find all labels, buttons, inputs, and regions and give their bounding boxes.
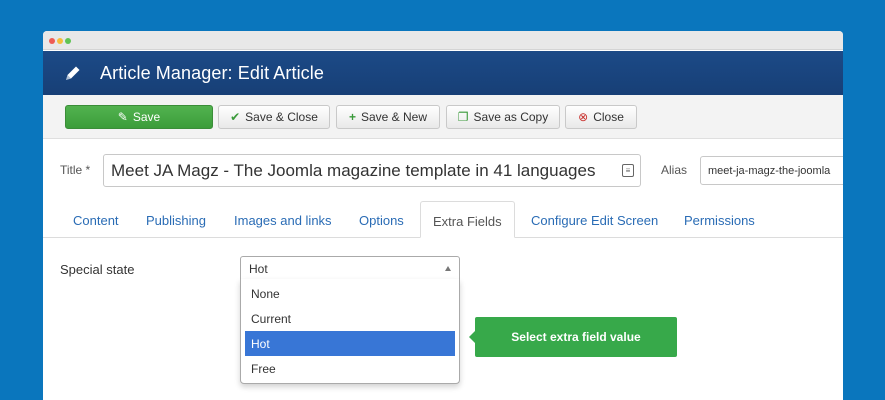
edit-icon: ✎: [117, 110, 128, 124]
title-row: Title * Meet JA Magz - The Joomla magazi…: [43, 153, 843, 187]
close-button[interactable]: ⊗ Close: [565, 105, 637, 129]
window-titlebar: [43, 31, 843, 50]
check-icon: ✔: [230, 110, 241, 124]
tab-extra-fields[interactable]: Extra Fields: [420, 201, 515, 238]
special-state-label: Special state: [60, 262, 135, 277]
option-current[interactable]: Current: [245, 306, 455, 331]
hint-text: Select extra field value: [511, 330, 641, 344]
option-free[interactable]: Free: [245, 356, 455, 381]
title-value: Meet JA Magz - The Joomla magazine templ…: [111, 161, 596, 180]
save-new-button[interactable]: + Save & New: [336, 105, 440, 129]
save-button-label: Save: [132, 110, 161, 124]
special-state-dropdown: None Current Hot Free: [240, 279, 460, 384]
chevron-up-icon: [445, 266, 451, 271]
alias-label: Alias: [661, 163, 688, 177]
hint-callout: Select extra field value: [469, 317, 677, 357]
tab-bar: Content Publishing Images and links Opti…: [43, 201, 843, 238]
title-label: Title *: [60, 163, 91, 177]
browser-window: Article Manager: Edit Article ✎ Save ✔ S…: [43, 31, 843, 400]
save-new-label: Save & New: [360, 110, 428, 124]
tab-content[interactable]: Content: [73, 201, 119, 238]
char-counter-icon: ≡: [622, 164, 634, 177]
page-title: Article Manager: Edit Article: [100, 63, 324, 83]
save-copy-label: Save as Copy: [473, 110, 549, 124]
copy-icon: ❐: [457, 110, 469, 124]
special-state-select[interactable]: Hot: [240, 256, 460, 280]
tab-publishing[interactable]: Publishing: [146, 201, 206, 238]
close-label: Close: [593, 110, 624, 124]
pencil-icon: [66, 66, 80, 80]
save-close-button[interactable]: ✔ Save & Close: [218, 105, 330, 129]
plus-icon: +: [348, 110, 356, 124]
tab-options[interactable]: Options: [359, 201, 404, 238]
alias-input[interactable]: meet-ja-magz-the-joomla: [700, 156, 843, 185]
title-input[interactable]: Meet JA Magz - The Joomla magazine templ…: [103, 154, 641, 187]
alias-value: meet-ja-magz-the-joomla: [708, 165, 831, 177]
option-hot[interactable]: Hot: [245, 331, 455, 356]
save-button[interactable]: ✎ Save: [65, 105, 213, 129]
toolbar: ✎ Save ✔ Save & Close + Save & New ❐ Sav…: [43, 95, 843, 139]
close-circle-icon: ⊗: [578, 110, 589, 124]
save-copy-button[interactable]: ❐ Save as Copy: [446, 105, 560, 129]
page-header: Article Manager: Edit Article: [43, 51, 843, 95]
tab-configure-edit-screen[interactable]: Configure Edit Screen: [531, 201, 658, 238]
minimize-window-dot[interactable]: [57, 38, 63, 44]
tab-images-and-links[interactable]: Images and links: [234, 201, 332, 238]
save-close-label: Save & Close: [245, 110, 318, 124]
option-none[interactable]: None: [245, 281, 455, 306]
tab-permissions[interactable]: Permissions: [684, 201, 755, 238]
selected-value: Hot: [249, 262, 268, 276]
close-window-dot[interactable]: [49, 38, 55, 44]
maximize-window-dot[interactable]: [65, 38, 71, 44]
